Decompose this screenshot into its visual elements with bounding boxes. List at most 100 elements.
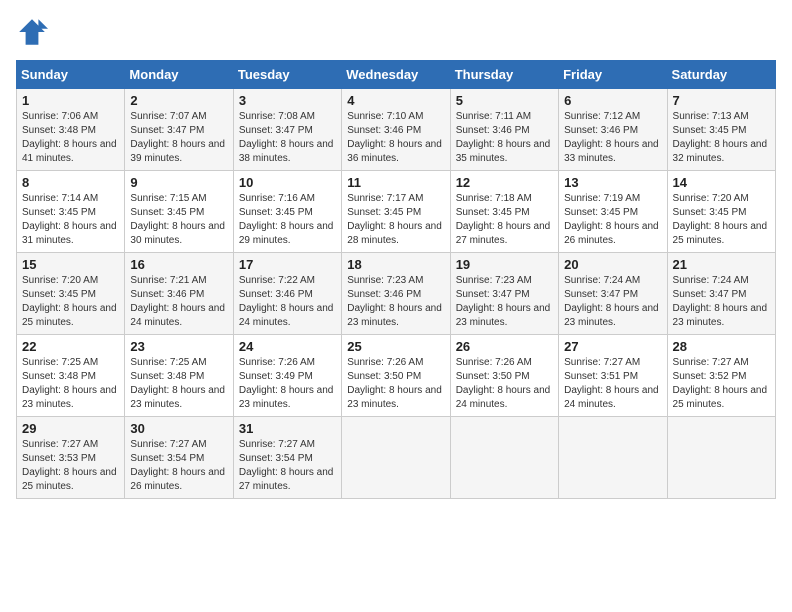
day-number: 15 [22, 257, 119, 272]
day-cell: 8 Sunrise: 7:14 AM Sunset: 3:45 PM Dayli… [17, 171, 125, 253]
day-cell: 24 Sunrise: 7:26 AM Sunset: 3:49 PM Dayl… [233, 335, 341, 417]
day-cell: 16 Sunrise: 7:21 AM Sunset: 3:46 PM Dayl… [125, 253, 233, 335]
day-info: Sunrise: 7:08 AM Sunset: 3:47 PM Dayligh… [239, 110, 336, 166]
col-header-tuesday: Tuesday [233, 61, 341, 89]
day-number: 26 [456, 339, 553, 354]
page-header [16, 16, 776, 48]
day-number: 4 [347, 93, 444, 108]
week-row-1: 1 Sunrise: 7:06 AM Sunset: 3:48 PM Dayli… [17, 89, 776, 171]
day-number: 17 [239, 257, 336, 272]
day-cell: 15 Sunrise: 7:20 AM Sunset: 3:45 PM Dayl… [17, 253, 125, 335]
calendar-table: SundayMondayTuesdayWednesdayThursdayFrid… [16, 60, 776, 499]
day-cell: 18 Sunrise: 7:23 AM Sunset: 3:46 PM Dayl… [342, 253, 450, 335]
col-header-thursday: Thursday [450, 61, 558, 89]
day-number: 27 [564, 339, 661, 354]
day-number: 8 [22, 175, 119, 190]
day-info: Sunrise: 7:27 AM Sunset: 3:54 PM Dayligh… [130, 438, 227, 494]
day-cell: 12 Sunrise: 7:18 AM Sunset: 3:45 PM Dayl… [450, 171, 558, 253]
day-cell: 13 Sunrise: 7:19 AM Sunset: 3:45 PM Dayl… [559, 171, 667, 253]
day-cell: 23 Sunrise: 7:25 AM Sunset: 3:48 PM Dayl… [125, 335, 233, 417]
col-header-monday: Monday [125, 61, 233, 89]
col-header-saturday: Saturday [667, 61, 775, 89]
day-info: Sunrise: 7:20 AM Sunset: 3:45 PM Dayligh… [22, 274, 119, 330]
day-cell: 19 Sunrise: 7:23 AM Sunset: 3:47 PM Dayl… [450, 253, 558, 335]
col-header-sunday: Sunday [17, 61, 125, 89]
day-number: 6 [564, 93, 661, 108]
day-number: 20 [564, 257, 661, 272]
day-info: Sunrise: 7:12 AM Sunset: 3:46 PM Dayligh… [564, 110, 661, 166]
day-info: Sunrise: 7:10 AM Sunset: 3:46 PM Dayligh… [347, 110, 444, 166]
day-info: Sunrise: 7:19 AM Sunset: 3:45 PM Dayligh… [564, 192, 661, 248]
day-cell: 20 Sunrise: 7:24 AM Sunset: 3:47 PM Dayl… [559, 253, 667, 335]
day-cell: 21 Sunrise: 7:24 AM Sunset: 3:47 PM Dayl… [667, 253, 775, 335]
day-cell: 28 Sunrise: 7:27 AM Sunset: 3:52 PM Dayl… [667, 335, 775, 417]
col-header-friday: Friday [559, 61, 667, 89]
day-number: 21 [673, 257, 770, 272]
day-number: 13 [564, 175, 661, 190]
day-info: Sunrise: 7:26 AM Sunset: 3:49 PM Dayligh… [239, 356, 336, 412]
week-row-2: 8 Sunrise: 7:14 AM Sunset: 3:45 PM Dayli… [17, 171, 776, 253]
day-info: Sunrise: 7:23 AM Sunset: 3:47 PM Dayligh… [456, 274, 553, 330]
day-info: Sunrise: 7:13 AM Sunset: 3:45 PM Dayligh… [673, 110, 770, 166]
day-cell: 30 Sunrise: 7:27 AM Sunset: 3:54 PM Dayl… [125, 417, 233, 499]
day-number: 14 [673, 175, 770, 190]
day-info: Sunrise: 7:27 AM Sunset: 3:54 PM Dayligh… [239, 438, 336, 494]
day-info: Sunrise: 7:11 AM Sunset: 3:46 PM Dayligh… [456, 110, 553, 166]
day-number: 2 [130, 93, 227, 108]
day-cell: 5 Sunrise: 7:11 AM Sunset: 3:46 PM Dayli… [450, 89, 558, 171]
day-cell: 27 Sunrise: 7:27 AM Sunset: 3:51 PM Dayl… [559, 335, 667, 417]
day-info: Sunrise: 7:23 AM Sunset: 3:46 PM Dayligh… [347, 274, 444, 330]
day-number: 16 [130, 257, 227, 272]
day-number: 11 [347, 175, 444, 190]
col-header-wednesday: Wednesday [342, 61, 450, 89]
day-number: 23 [130, 339, 227, 354]
day-number: 1 [22, 93, 119, 108]
day-number: 30 [130, 421, 227, 436]
day-cell: 29 Sunrise: 7:27 AM Sunset: 3:53 PM Dayl… [17, 417, 125, 499]
day-cell [559, 417, 667, 499]
day-info: Sunrise: 7:15 AM Sunset: 3:45 PM Dayligh… [130, 192, 227, 248]
day-number: 5 [456, 93, 553, 108]
day-cell: 26 Sunrise: 7:26 AM Sunset: 3:50 PM Dayl… [450, 335, 558, 417]
day-cell: 3 Sunrise: 7:08 AM Sunset: 3:47 PM Dayli… [233, 89, 341, 171]
day-cell: 14 Sunrise: 7:20 AM Sunset: 3:45 PM Dayl… [667, 171, 775, 253]
day-cell [450, 417, 558, 499]
day-cell: 22 Sunrise: 7:25 AM Sunset: 3:48 PM Dayl… [17, 335, 125, 417]
day-info: Sunrise: 7:22 AM Sunset: 3:46 PM Dayligh… [239, 274, 336, 330]
day-cell: 7 Sunrise: 7:13 AM Sunset: 3:45 PM Dayli… [667, 89, 775, 171]
day-cell [342, 417, 450, 499]
day-cell: 6 Sunrise: 7:12 AM Sunset: 3:46 PM Dayli… [559, 89, 667, 171]
day-number: 7 [673, 93, 770, 108]
day-info: Sunrise: 7:24 AM Sunset: 3:47 PM Dayligh… [564, 274, 661, 330]
day-info: Sunrise: 7:06 AM Sunset: 3:48 PM Dayligh… [22, 110, 119, 166]
day-info: Sunrise: 7:27 AM Sunset: 3:53 PM Dayligh… [22, 438, 119, 494]
day-number: 10 [239, 175, 336, 190]
day-info: Sunrise: 7:18 AM Sunset: 3:45 PM Dayligh… [456, 192, 553, 248]
day-number: 12 [456, 175, 553, 190]
day-info: Sunrise: 7:16 AM Sunset: 3:45 PM Dayligh… [239, 192, 336, 248]
day-info: Sunrise: 7:26 AM Sunset: 3:50 PM Dayligh… [456, 356, 553, 412]
day-info: Sunrise: 7:25 AM Sunset: 3:48 PM Dayligh… [22, 356, 119, 412]
day-number: 9 [130, 175, 227, 190]
day-number: 24 [239, 339, 336, 354]
day-cell: 4 Sunrise: 7:10 AM Sunset: 3:46 PM Dayli… [342, 89, 450, 171]
day-number: 25 [347, 339, 444, 354]
logo [16, 16, 52, 48]
header-row: SundayMondayTuesdayWednesdayThursdayFrid… [17, 61, 776, 89]
logo-icon [16, 16, 48, 48]
day-cell [667, 417, 775, 499]
day-info: Sunrise: 7:26 AM Sunset: 3:50 PM Dayligh… [347, 356, 444, 412]
day-info: Sunrise: 7:21 AM Sunset: 3:46 PM Dayligh… [130, 274, 227, 330]
day-cell: 31 Sunrise: 7:27 AM Sunset: 3:54 PM Dayl… [233, 417, 341, 499]
day-number: 19 [456, 257, 553, 272]
week-row-3: 15 Sunrise: 7:20 AM Sunset: 3:45 PM Dayl… [17, 253, 776, 335]
day-info: Sunrise: 7:17 AM Sunset: 3:45 PM Dayligh… [347, 192, 444, 248]
day-info: Sunrise: 7:25 AM Sunset: 3:48 PM Dayligh… [130, 356, 227, 412]
day-number: 29 [22, 421, 119, 436]
day-info: Sunrise: 7:20 AM Sunset: 3:45 PM Dayligh… [673, 192, 770, 248]
day-cell: 25 Sunrise: 7:26 AM Sunset: 3:50 PM Dayl… [342, 335, 450, 417]
day-number: 18 [347, 257, 444, 272]
day-cell: 9 Sunrise: 7:15 AM Sunset: 3:45 PM Dayli… [125, 171, 233, 253]
day-number: 28 [673, 339, 770, 354]
day-number: 3 [239, 93, 336, 108]
